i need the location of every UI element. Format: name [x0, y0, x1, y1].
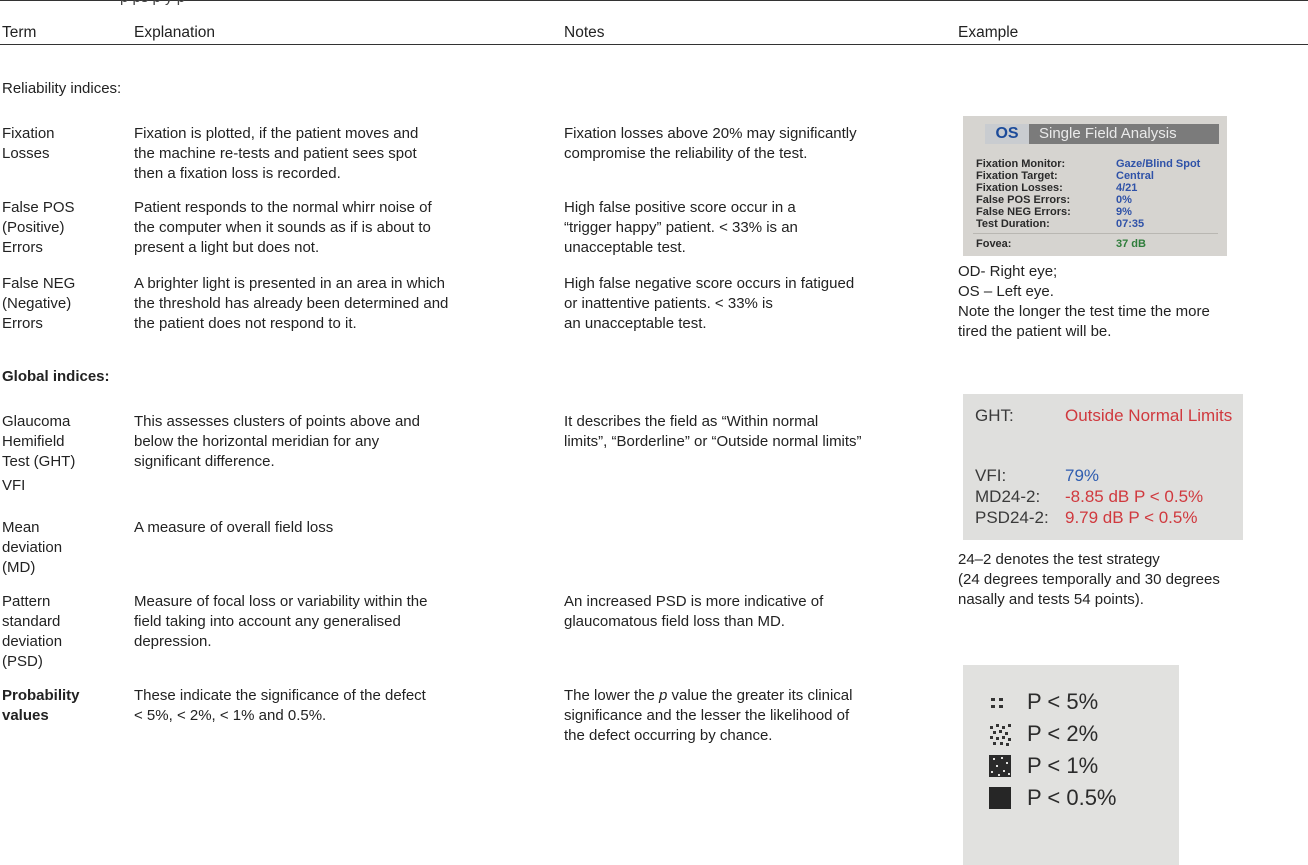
prob-label: P < 1% [1027, 753, 1099, 778]
notes-false-pos: High false positive score occur in a “tri… [564, 199, 798, 256]
photo1-label: Fovea: [976, 238, 1012, 250]
photo1-value: 4/21 [1116, 182, 1138, 194]
photo1-value: Gaze/Blind Spot [1116, 158, 1201, 170]
photo1-value: 9% [1116, 206, 1132, 218]
explanation-probability: These indicate the significance of the d… [134, 687, 426, 724]
table-header-rule [0, 44, 1308, 45]
dots-medium-icon [990, 724, 1011, 746]
solid-square-icon [989, 787, 1011, 809]
header-explanation: Explanation [134, 24, 216, 41]
photo1-label: Test Duration: [976, 218, 1050, 230]
section-global: Global indices: [2, 368, 110, 385]
notes-probability: The lower the p value the greater its cl… [564, 687, 853, 744]
notes-fixation: Fixation losses above 20% may significan… [564, 125, 857, 162]
photo1-label: False NEG Errors: [976, 206, 1071, 218]
section-reliability: Reliability indices: [2, 80, 122, 97]
explanation-false-pos: Patient responds to the normal whirr noi… [134, 199, 432, 256]
md-value: -8.85 dB P < 0.5% [1065, 487, 1204, 506]
notes-psd: An increased PSD is more indicative of gl… [564, 593, 824, 630]
term-false-neg: False NEG (Negative) Errors [2, 275, 76, 332]
photo1-value: 37 dB [1116, 238, 1146, 250]
caption-fragment: p ps p y p [120, 0, 185, 8]
probability-symbols-photo: P < 5% P < 2% P < 1% P < 0.5% [963, 665, 1179, 865]
term-psd: Pattern standard deviation (PSD) [2, 593, 63, 670]
term-fixation: Fixation Losses [2, 125, 55, 162]
explanation-psd: Measure of focal loss or variability wit… [134, 593, 428, 650]
vfi-label: VFI: [975, 466, 1007, 485]
header-term: Term [2, 24, 37, 41]
photo1-label: False POS Errors: [976, 194, 1071, 206]
term-probability: Probability values [2, 687, 80, 724]
photo1-label: Fixation Target: [976, 170, 1058, 182]
example-note-reliability: OD- Right eye; OS – Left eye. Note the lon… [958, 263, 1210, 340]
explanation-false-neg: A brighter light is presented in an area… [134, 275, 449, 332]
photo1-value: 0% [1116, 194, 1132, 206]
photo1-label: Fixation Monitor: [976, 158, 1066, 170]
dots-sparse-icon [991, 698, 1003, 708]
photo1-label: Fixation Losses: [976, 182, 1063, 194]
eye-label: OS [985, 124, 1029, 144]
prob-label: P < 0.5% [1027, 785, 1117, 810]
md-label: MD24-2: [975, 487, 1041, 506]
term-vfi: VFI [2, 477, 26, 494]
term-md: Mean deviation (MD) [2, 519, 63, 576]
prob-label: P < 2% [1027, 721, 1099, 746]
ght-label: GHT: [975, 406, 1014, 425]
prob-label: P < 5% [1027, 689, 1099, 714]
explanation-ght: This assesses clusters of points above a… [134, 413, 420, 470]
explanation-fixation: Fixation is plotted, if the patient move… [134, 125, 419, 182]
example-note-global: 24–2 denotes the test strategy (24 degree… [958, 551, 1220, 608]
photo1-value: Central [1116, 170, 1154, 182]
header-example: Example [958, 24, 1019, 41]
dots-dense-icon [989, 755, 1011, 777]
ght-results-photo: GHT: Outside Normal Limits VFI: 79% MD24… [963, 394, 1243, 540]
vfi-value: 79% [1065, 466, 1100, 485]
header-notes: Notes [564, 24, 605, 41]
ght-value: Outside Normal Limits [1065, 406, 1233, 425]
notes-false-neg: High false negative score occurs in fati… [564, 275, 855, 332]
photo1-value: 07:35 [1116, 218, 1145, 230]
psd-value: 9.79 dB P < 0.5% [1065, 508, 1198, 527]
psd-label: PSD24-2: [975, 508, 1049, 527]
single-field-analysis-photo: OS Single Field Analysis Fixation Monito… [963, 116, 1227, 256]
notes-ght: It describes the field as “Within normal… [564, 413, 862, 450]
table-top-rule [0, 0, 1308, 1]
term-false-pos: False POS (Positive) Errors [2, 199, 75, 256]
term-ght: Glaucoma Hemifield Test (GHT) [2, 413, 76, 470]
analysis-title: Single Field Analysis [1029, 124, 1219, 144]
explanation-md: A measure of overall field loss [134, 519, 334, 536]
